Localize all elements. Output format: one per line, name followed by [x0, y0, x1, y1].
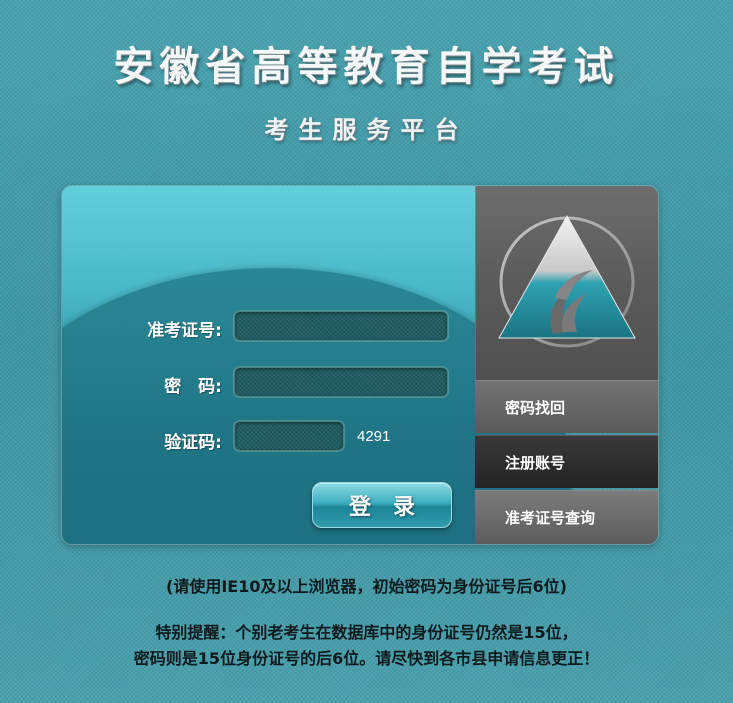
login-button[interactable]: 登录: [312, 482, 452, 528]
login-panel: 准考证号: 密 码: 验证码: 4291 登录 密码找回 注册账号 准考证号查询: [62, 186, 658, 544]
captcha-code[interactable]: 4291: [357, 428, 390, 445]
exam-id-label: 准考证号:: [147, 321, 222, 341]
captcha-label: 验证码:: [164, 433, 222, 453]
register-account-link[interactable]: 注册账号: [475, 435, 658, 488]
sidebar: 密码找回 注册账号 准考证号查询: [475, 186, 658, 544]
captcha-input[interactable]: [234, 421, 344, 451]
exam-logo-icon: [498, 214, 636, 348]
exam-id-lookup-link[interactable]: 准考证号查询: [475, 490, 658, 544]
reminder-line-2: 密码则是15位身份证号的后6位。请尽快到各市县申请信息更正！: [133, 649, 600, 668]
password-recovery-link[interactable]: 密码找回: [475, 380, 658, 433]
password-input[interactable]: [234, 367, 448, 397]
special-reminder: 特别提醒：个别老考生在数据库中的身份证号仍然是15位， 密码则是15位身份证号的…: [0, 620, 733, 672]
password-label: 密 码:: [164, 377, 222, 397]
login-form: 准考证号: 密 码: 验证码: 4291 登录: [62, 186, 572, 544]
reminder-line-1: 特别提醒：个别老考生在数据库中的身份证号仍然是15位，: [155, 623, 578, 642]
browser-notice: (请使用IE10及以上浏览器，初始密码为身份证号后6位): [166, 577, 567, 596]
logo-area: [475, 186, 658, 380]
page-title: 安徽省高等教育自学考试: [113, 44, 620, 90]
exam-id-input[interactable]: [234, 311, 448, 341]
page-subtitle: 考生服务平台: [264, 116, 469, 144]
